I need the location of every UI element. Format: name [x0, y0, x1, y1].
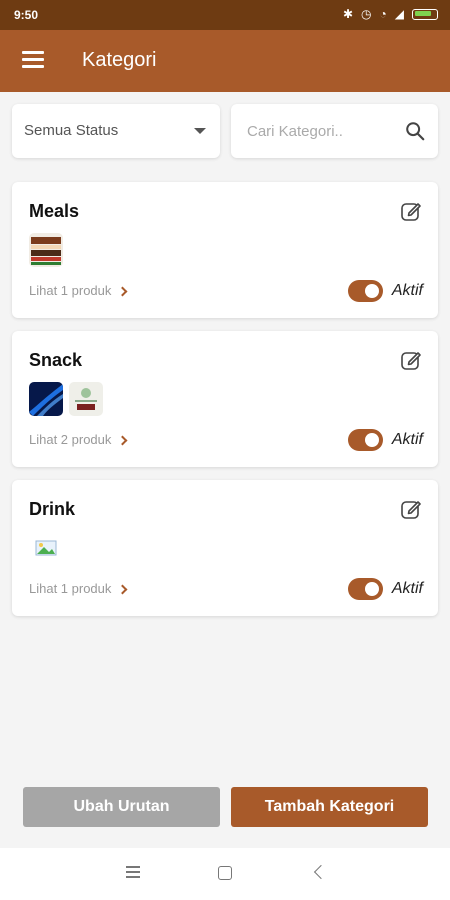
- status-label: Aktif: [391, 431, 423, 448]
- active-toggle[interactable]: [348, 429, 383, 451]
- chevron-right-icon: [117, 435, 128, 446]
- system-nav-bar: [0, 848, 450, 900]
- view-products-label: Lihat 1 produk: [29, 283, 112, 298]
- reorder-button[interactable]: Ubah Urutan: [23, 787, 220, 827]
- view-products-label: Lihat 1 produk: [29, 581, 112, 596]
- category-card-drink: Drink Lihat 1 produk Aktif: [12, 480, 438, 616]
- view-products-link[interactable]: Lihat 1 produk: [29, 283, 128, 298]
- battery-icon: [412, 8, 438, 20]
- alarm-icon: ◷: [361, 7, 372, 21]
- status-label: Aktif: [391, 282, 423, 299]
- edit-icon[interactable]: [399, 199, 423, 223]
- active-toggle[interactable]: [348, 578, 383, 600]
- chevron-down-icon: [194, 128, 206, 134]
- view-products-label: Lihat 2 produk: [29, 432, 112, 447]
- menu-icon[interactable]: [22, 51, 44, 69]
- status-filter-select[interactable]: Semua Status: [12, 104, 220, 158]
- chevron-right-icon: [117, 286, 128, 297]
- recent-apps-icon[interactable]: [126, 866, 140, 878]
- view-products-link[interactable]: Lihat 2 produk: [29, 432, 128, 447]
- status-label: Aktif: [391, 580, 423, 597]
- active-toggle[interactable]: [348, 280, 383, 302]
- view-products-link[interactable]: Lihat 1 produk: [29, 581, 128, 596]
- category-name: Meals: [29, 201, 80, 221]
- product-thumbnails: [29, 382, 103, 416]
- category-card-meals: Meals Lihat 1 produk Aktif: [12, 182, 438, 318]
- signal-icon: ◢: [394, 7, 404, 21]
- product-thumbnail-abstract: [29, 382, 63, 416]
- product-thumbnail-food: [29, 233, 63, 267]
- wifi-icon: ◔: [379, 7, 387, 21]
- page-title: Kategori: [82, 49, 157, 71]
- category-name: Snack: [29, 350, 83, 370]
- product-thumbnails: [29, 233, 63, 267]
- search-icon[interactable]: [404, 120, 426, 142]
- status-time: 9:50: [14, 8, 39, 22]
- chevron-right-icon: [117, 584, 128, 595]
- image-placeholder-icon: [29, 531, 63, 565]
- search-box: [231, 104, 438, 158]
- search-input[interactable]: [247, 120, 397, 142]
- product-thumbnail-item: [69, 382, 103, 416]
- app-bar: Kategori: [0, 30, 450, 92]
- product-thumbnails: [29, 531, 63, 565]
- home-icon[interactable]: [218, 866, 232, 880]
- status-filter-value: Semua Status: [24, 122, 119, 139]
- status-icons: ✱ ◷ ◔ ◢: [343, 7, 438, 21]
- category-card-snack: Snack Lihat 2 produk Aktif: [12, 331, 438, 467]
- add-category-button[interactable]: Tambah Kategori: [231, 787, 428, 827]
- status-bar: 9:50 ✱ ◷ ◔ ◢: [0, 0, 450, 30]
- category-name: Drink: [29, 499, 76, 519]
- edit-icon[interactable]: [399, 497, 423, 521]
- back-icon[interactable]: [313, 864, 329, 880]
- edit-icon[interactable]: [399, 348, 423, 372]
- bluetooth-icon: ✱: [342, 7, 354, 21]
